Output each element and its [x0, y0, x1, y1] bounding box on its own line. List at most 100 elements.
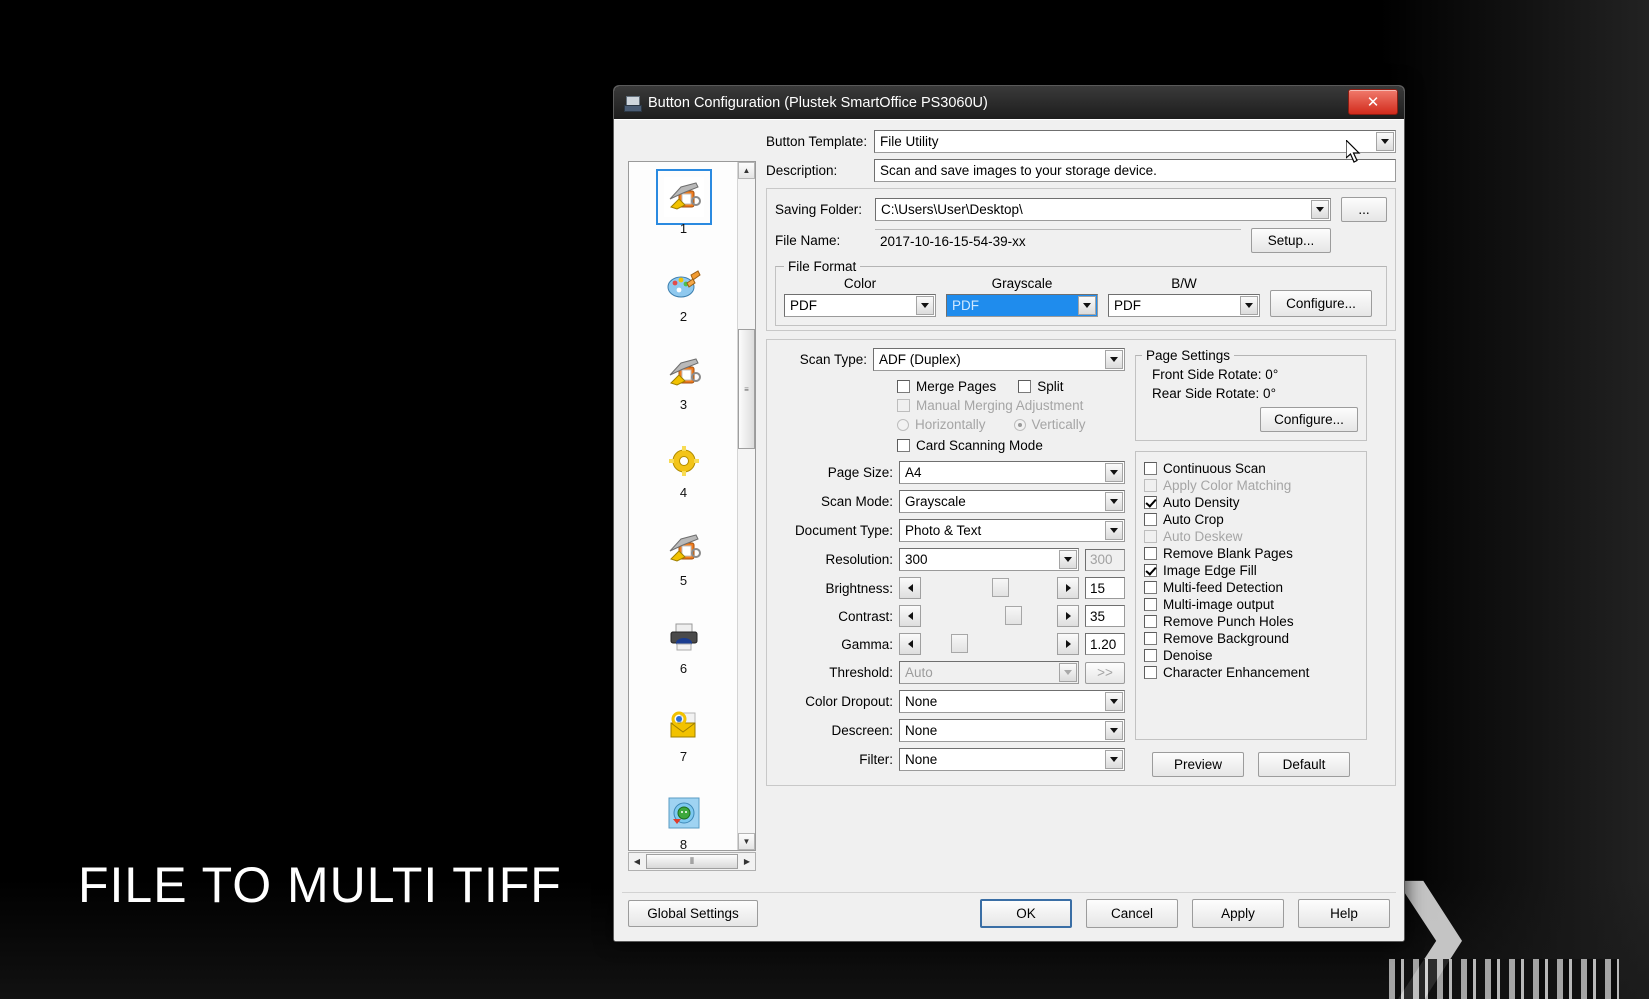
brightness-slider-thumb[interactable]: [991, 578, 1009, 597]
option-apply-color-matching[interactable]: Apply Color Matching: [1144, 478, 1358, 493]
option-label: Denoise: [1163, 648, 1213, 663]
resolution-combo[interactable]: 300: [899, 548, 1079, 571]
close-icon[interactable]: ✕: [1348, 89, 1398, 115]
chevron-down-icon[interactable]: [916, 296, 934, 315]
chevron-down-icon[interactable]: [1059, 663, 1077, 682]
setup-button[interactable]: Setup...: [1251, 228, 1331, 253]
filter-combo[interactable]: None: [899, 748, 1125, 771]
chevron-down-icon[interactable]: [1105, 521, 1123, 540]
chevron-down-icon[interactable]: [1078, 296, 1096, 315]
chevron-down-icon[interactable]: [1105, 721, 1123, 740]
scroll-up-icon[interactable]: ▲: [738, 162, 755, 179]
gamma-value[interactable]: 1.20: [1085, 633, 1125, 655]
sidebar-item-1[interactable]: 1: [629, 162, 738, 250]
contrast-row: Contrast: 35: [775, 605, 1125, 627]
option-auto-density[interactable]: Auto Density: [1144, 495, 1358, 510]
sidebar-item-7[interactable]: 7: [629, 690, 738, 778]
horizontally-radio[interactable]: Horizontally: [897, 417, 986, 432]
chevron-down-icon[interactable]: [1105, 692, 1123, 711]
contrast-increase-button[interactable]: [1057, 605, 1079, 627]
global-settings-button[interactable]: Global Settings: [628, 899, 758, 927]
page-size-combo[interactable]: A4: [899, 461, 1125, 484]
sidebar-scrollbar[interactable]: ▲ ≡ ▼: [737, 162, 755, 850]
option-auto-crop[interactable]: Auto Crop: [1144, 512, 1358, 527]
chevron-down-icon[interactable]: [1311, 200, 1329, 219]
option-multi-feed-detection[interactable]: Multi-feed Detection: [1144, 580, 1358, 595]
descreen-combo[interactable]: None: [899, 719, 1125, 742]
file-format-legend: File Format: [788, 259, 857, 274]
scrollbar-track[interactable]: ≡: [738, 179, 755, 833]
sidebar-item-2[interactable]: 2: [629, 250, 738, 338]
default-button[interactable]: Default: [1258, 752, 1350, 777]
option-continuous-scan[interactable]: Continuous Scan: [1144, 461, 1358, 476]
configure-format-button[interactable]: Configure...: [1270, 290, 1372, 317]
grayscale-format-combo[interactable]: PDF: [946, 294, 1098, 317]
brightness-slider-track[interactable]: [921, 577, 1057, 599]
gamma-increase-button[interactable]: [1057, 633, 1079, 655]
chevron-down-icon[interactable]: [1105, 350, 1123, 369]
contrast-value[interactable]: 35: [1085, 605, 1125, 627]
manual-merging-checkbox[interactable]: Manual Merging Adjustment: [897, 398, 1125, 413]
color-format-combo[interactable]: PDF: [784, 294, 936, 317]
contrast-slider-track[interactable]: [921, 605, 1057, 627]
help-button[interactable]: Help: [1298, 898, 1390, 928]
scroll-down-icon[interactable]: ▼: [738, 833, 755, 850]
brightness-value[interactable]: 15: [1085, 577, 1125, 599]
chevron-down-icon[interactable]: [1240, 296, 1258, 315]
chevron-down-icon[interactable]: [1059, 550, 1077, 569]
scan-type-combo[interactable]: ADF (Duplex): [873, 348, 1125, 371]
threshold-combo[interactable]: Auto: [899, 661, 1079, 684]
option-image-edge-fill[interactable]: Image Edge Fill: [1144, 563, 1358, 578]
chevron-down-icon[interactable]: [1105, 463, 1123, 482]
button-template-combo[interactable]: File Utility: [874, 130, 1396, 153]
chevron-down-icon[interactable]: [1376, 132, 1394, 151]
chevron-down-icon[interactable]: [1105, 492, 1123, 511]
option-label: Continuous Scan: [1163, 461, 1266, 476]
chevron-down-icon[interactable]: [1105, 750, 1123, 769]
sidebar-item-6[interactable]: 6: [629, 602, 738, 690]
option-remove-punch-holes[interactable]: Remove Punch Holes: [1144, 614, 1358, 629]
hscrollbar-thumb[interactable]: ⦀: [646, 854, 738, 869]
threshold-more-button[interactable]: >>: [1085, 661, 1125, 684]
ok-button[interactable]: OK: [980, 898, 1072, 928]
brightness-decrease-button[interactable]: [899, 577, 921, 599]
scan-mode-combo[interactable]: Grayscale: [899, 490, 1125, 513]
scroll-left-icon[interactable]: ◀: [629, 853, 645, 870]
option-denoise[interactable]: Denoise: [1144, 648, 1358, 663]
gamma-decrease-button[interactable]: [899, 633, 921, 655]
saving-folder-combo[interactable]: C:\Users\User\Desktop\: [875, 198, 1331, 221]
cancel-button[interactable]: Cancel: [1086, 898, 1178, 928]
merge-pages-checkbox[interactable]: Merge Pages: [897, 379, 996, 394]
gamma-slider-track[interactable]: [921, 633, 1057, 655]
preview-button[interactable]: Preview: [1152, 752, 1244, 777]
file-name-field[interactable]: 2017-10-16-15-54-39-xx: [875, 229, 1241, 252]
window-title: Button Configuration (Plustek SmartOffic…: [648, 94, 988, 111]
threshold-value: Auto: [905, 665, 933, 680]
scroll-right-icon[interactable]: ▶: [739, 853, 755, 870]
scrollbar-thumb[interactable]: ≡: [738, 329, 755, 449]
description-field[interactable]: Scan and save images to your storage dev…: [874, 159, 1396, 182]
sidebar-item-5[interactable]: 5: [629, 514, 738, 602]
sidebar-item-4[interactable]: 4: [629, 426, 738, 514]
split-checkbox[interactable]: Split: [1018, 379, 1064, 394]
contrast-slider-thumb[interactable]: [1005, 606, 1023, 625]
sidebar-item-8[interactable]: 8: [629, 778, 738, 850]
option-remove-background[interactable]: Remove Background: [1144, 631, 1358, 646]
apply-button[interactable]: Apply: [1192, 898, 1284, 928]
card-scanning-checkbox[interactable]: Card Scanning Mode: [897, 438, 1125, 453]
color-dropout-combo[interactable]: None: [899, 690, 1125, 713]
option-remove-blank-pages[interactable]: Remove Blank Pages: [1144, 546, 1358, 561]
option-auto-deskew[interactable]: Auto Deskew: [1144, 529, 1358, 544]
option-multi-image-output[interactable]: Multi-image output: [1144, 597, 1358, 612]
document-type-combo[interactable]: Photo & Text: [899, 519, 1125, 542]
contrast-decrease-button[interactable]: [899, 605, 921, 627]
browse-button[interactable]: ...: [1341, 197, 1387, 222]
sidebar-item-3[interactable]: 3: [629, 338, 738, 426]
gamma-slider-thumb[interactable]: [950, 634, 968, 653]
bw-format-combo[interactable]: PDF: [1108, 294, 1260, 317]
brightness-increase-button[interactable]: [1057, 577, 1079, 599]
page-settings-configure-button[interactable]: Configure...: [1260, 407, 1358, 432]
vertically-radio[interactable]: Vertically: [1013, 417, 1086, 432]
sidebar-horizontal-scrollbar[interactable]: ◀ ⦀ ▶: [628, 852, 756, 871]
option-character-enhancement[interactable]: Character Enhancement: [1144, 665, 1358, 680]
